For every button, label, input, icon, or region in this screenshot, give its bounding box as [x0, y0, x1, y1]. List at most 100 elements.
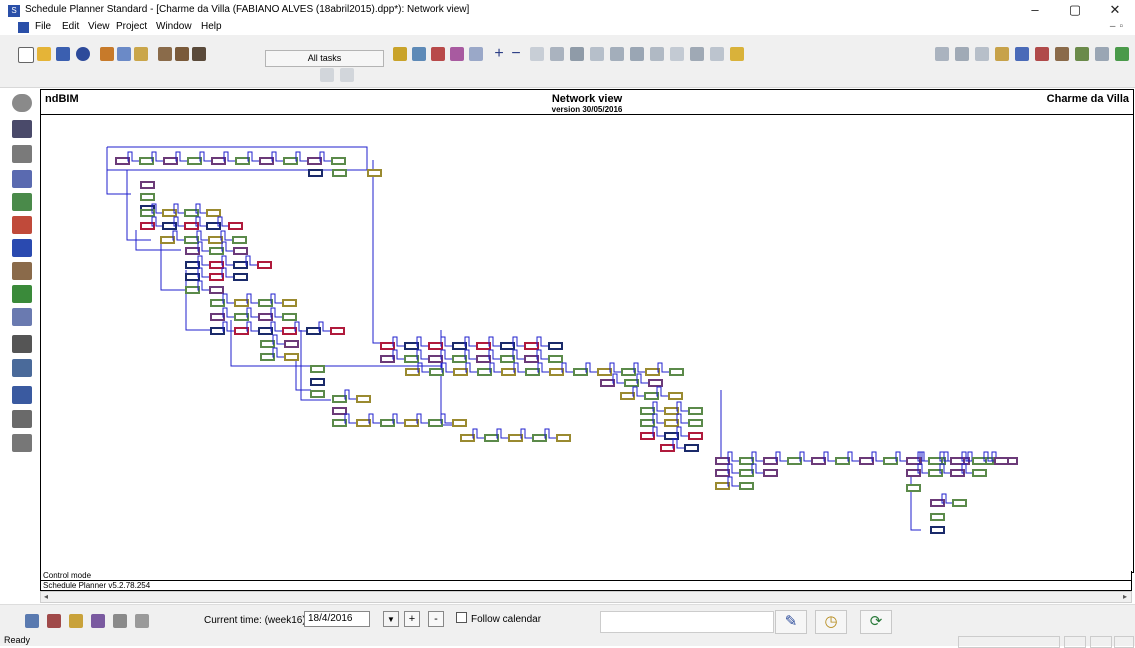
task-node[interactable]: [715, 482, 730, 490]
menu-help[interactable]: Help: [201, 21, 222, 32]
task-node[interactable]: [260, 340, 275, 348]
scroll-left-icon[interactable]: ◂: [44, 592, 48, 601]
paste-view-icon[interactable]: [340, 68, 354, 82]
task-node[interactable]: [664, 407, 679, 415]
task-node[interactable]: [645, 368, 660, 376]
tools-icon[interactable]: [1055, 47, 1069, 61]
calendar-view-icon[interactable]: [12, 120, 32, 138]
wand-icon[interactable]: [1095, 47, 1109, 61]
task-node[interactable]: [452, 342, 467, 350]
resource-icon[interactable]: [393, 47, 407, 61]
task-node[interactable]: [684, 444, 699, 452]
paste-icon[interactable]: [134, 47, 148, 61]
task-node[interactable]: [477, 368, 492, 376]
task-node[interactable]: [952, 499, 967, 507]
task-node[interactable]: [404, 355, 419, 363]
task-node[interactable]: [332, 395, 347, 403]
chart-icon[interactable]: [1015, 47, 1029, 61]
task-node[interactable]: [994, 457, 1009, 465]
histogram-view-icon[interactable]: [12, 239, 32, 257]
task-node[interactable]: [883, 457, 898, 465]
menu-file[interactable]: File: [35, 21, 51, 32]
menu-window[interactable]: Window: [156, 21, 192, 32]
print-setup-icon[interactable]: [192, 47, 206, 61]
save-icon[interactable]: [56, 47, 70, 61]
task-node[interactable]: [187, 157, 202, 165]
task-node[interactable]: [185, 247, 200, 255]
task-node[interactable]: [600, 379, 615, 387]
current-time-dropdown-icon[interactable]: ▼: [383, 611, 399, 627]
task-node[interactable]: [310, 378, 325, 386]
mdi-controls[interactable]: –▫: [1110, 21, 1127, 32]
unlink-icon[interactable]: [590, 47, 604, 61]
histogram-icon[interactable]: [1035, 47, 1049, 61]
task-node[interactable]: [404, 419, 419, 427]
notes-icon[interactable]: [690, 47, 704, 61]
find-next-icon[interactable]: [450, 47, 464, 61]
snapshot-icon[interactable]: [113, 614, 127, 628]
snapshot-compare-icon[interactable]: [135, 614, 149, 628]
task-node[interactable]: [476, 355, 491, 363]
sheets-icon[interactable]: [12, 145, 32, 163]
task-node[interactable]: [233, 261, 248, 269]
task-node[interactable]: [763, 457, 778, 465]
task-node[interactable]: [549, 368, 564, 376]
options-icon[interactable]: [1075, 47, 1089, 61]
task-node[interactable]: [310, 365, 325, 373]
edit-pencil-button[interactable]: ✎: [775, 610, 807, 634]
task-node[interactable]: [664, 432, 679, 440]
timer-button[interactable]: ◷: [815, 610, 847, 634]
scroll-right-icon[interactable]: ▸: [1123, 592, 1127, 601]
task-node[interactable]: [283, 157, 298, 165]
task-node[interactable]: [640, 432, 655, 440]
task-node[interactable]: [140, 193, 155, 201]
task-node[interactable]: [573, 368, 588, 376]
horizontal-scrollbar[interactable]: ◂ ▸: [40, 591, 1132, 603]
task-node[interactable]: [664, 419, 679, 427]
baseline-icon[interactable]: [995, 47, 1009, 61]
task-node[interactable]: [140, 181, 155, 189]
task-node[interactable]: [233, 247, 248, 255]
report-view-icon[interactable]: [12, 434, 32, 452]
task-node[interactable]: [210, 313, 225, 321]
task-node[interactable]: [209, 247, 224, 255]
task-node[interactable]: [739, 457, 754, 465]
task-node[interactable]: [688, 419, 703, 427]
task-node[interactable]: [597, 368, 612, 376]
task-node[interactable]: [260, 353, 275, 361]
task-node[interactable]: [460, 434, 475, 442]
task-node[interactable]: [428, 419, 443, 427]
task-node[interactable]: [208, 236, 223, 244]
task-node[interactable]: [660, 444, 675, 452]
resource-add-icon[interactable]: [412, 47, 426, 61]
task-node[interactable]: [380, 342, 395, 350]
calendar-icon[interactable]: [670, 47, 684, 61]
task-node[interactable]: [500, 355, 515, 363]
task-node[interactable]: [330, 327, 345, 335]
task-node[interactable]: [715, 469, 730, 477]
task-node[interactable]: [484, 434, 499, 442]
split-icon[interactable]: [610, 47, 624, 61]
task-node[interactable]: [972, 469, 987, 477]
task-info-icon[interactable]: [650, 47, 664, 61]
task-filter-select[interactable]: All tasks: [265, 50, 384, 67]
task-node[interactable]: [209, 286, 224, 294]
task-node[interactable]: [310, 390, 325, 398]
task-node[interactable]: [308, 169, 323, 177]
task-node[interactable]: [234, 327, 249, 335]
gantt-icon[interactable]: [12, 170, 32, 188]
print-preview-icon[interactable]: [175, 47, 189, 61]
menu-view[interactable]: View: [88, 21, 110, 32]
task-node[interactable]: [282, 299, 297, 307]
task-node[interactable]: [532, 434, 547, 442]
task-node[interactable]: [501, 368, 516, 376]
task-node[interactable]: [811, 457, 826, 465]
task-node[interactable]: [258, 299, 273, 307]
task-node[interactable]: [669, 368, 684, 376]
task-node[interactable]: [453, 368, 468, 376]
cut-icon[interactable]: [100, 47, 114, 61]
edit-icon[interactable]: [730, 47, 744, 61]
tasks-icon[interactable]: [25, 614, 39, 628]
filter-icon[interactable]: [630, 47, 644, 61]
task-node[interactable]: [184, 236, 199, 244]
